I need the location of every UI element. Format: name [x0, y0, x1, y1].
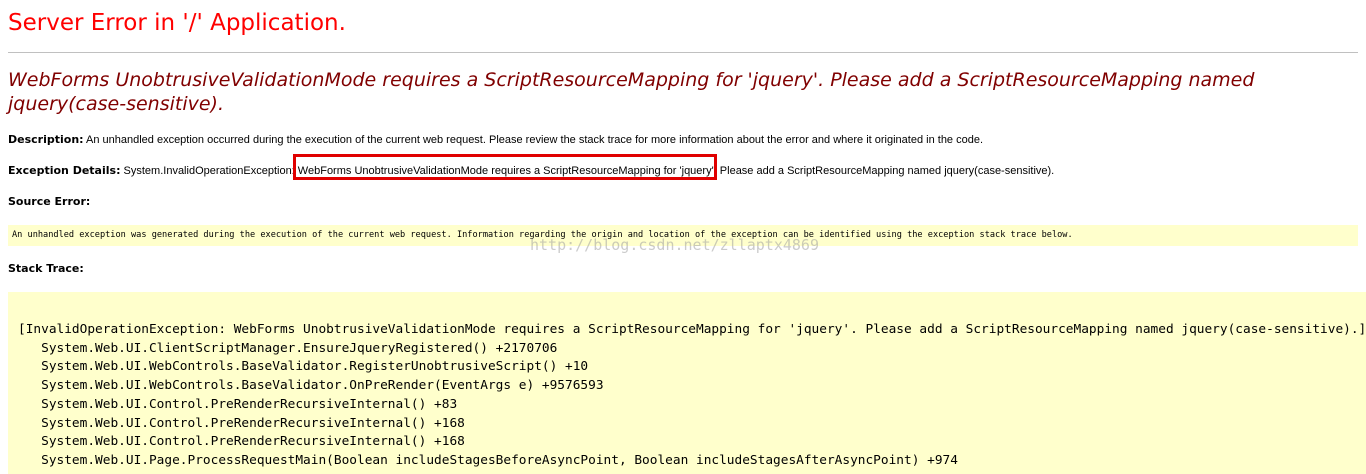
highlight-annotation-box — [293, 154, 717, 180]
stack-trace-line: Stack Trace: — [8, 262, 84, 275]
title-divider — [8, 52, 1358, 53]
description-line: Description: An unhandled exception occu… — [8, 133, 983, 146]
stack-line: System.Web.UI.WebControls.BaseValidator.… — [18, 359, 589, 375]
exception-details-label: Exception Details: — [8, 164, 121, 177]
stack-line: System.Web.UI.ClientScriptManager.Ensure… — [18, 340, 558, 356]
stack-trace-block: [InvalidOperationException: WebForms Uno… — [8, 292, 1366, 474]
stack-line: System.Web.UI.Control.PreRenderRecursive… — [18, 415, 465, 431]
stack-line: System.Web.UI.Page.ProcessRequestMain(Bo… — [18, 452, 958, 468]
source-error-label: Source Error: — [8, 195, 91, 208]
stack-trace-label: Stack Trace: — [8, 262, 84, 275]
stack-line: System.Web.UI.WebControls.BaseValidator.… — [18, 378, 604, 394]
stack-line: System.Web.UI.Control.PreRenderRecursive… — [18, 396, 458, 412]
error-message-heading: WebForms UnobtrusiveValidationMode requi… — [8, 69, 1255, 115]
exception-type: System.InvalidOperationException: — [120, 165, 295, 177]
source-error-line: Source Error: — [8, 195, 90, 208]
watermark: http://blog.csdn.net/zllaptx4869 — [530, 236, 819, 254]
stack-line: System.Web.UI.Control.PreRenderRecursive… — [18, 434, 465, 450]
description-label: Description: — [8, 133, 84, 146]
stack-trace-text: [InvalidOperationException: WebForms Uno… — [8, 292, 1366, 471]
stack-line: [InvalidOperationException: WebForms Uno… — [18, 322, 1366, 337]
page-title: Server Error in '/' Application. — [8, 10, 346, 36]
description-text: An unhandled exception occurred during t… — [83, 134, 984, 146]
